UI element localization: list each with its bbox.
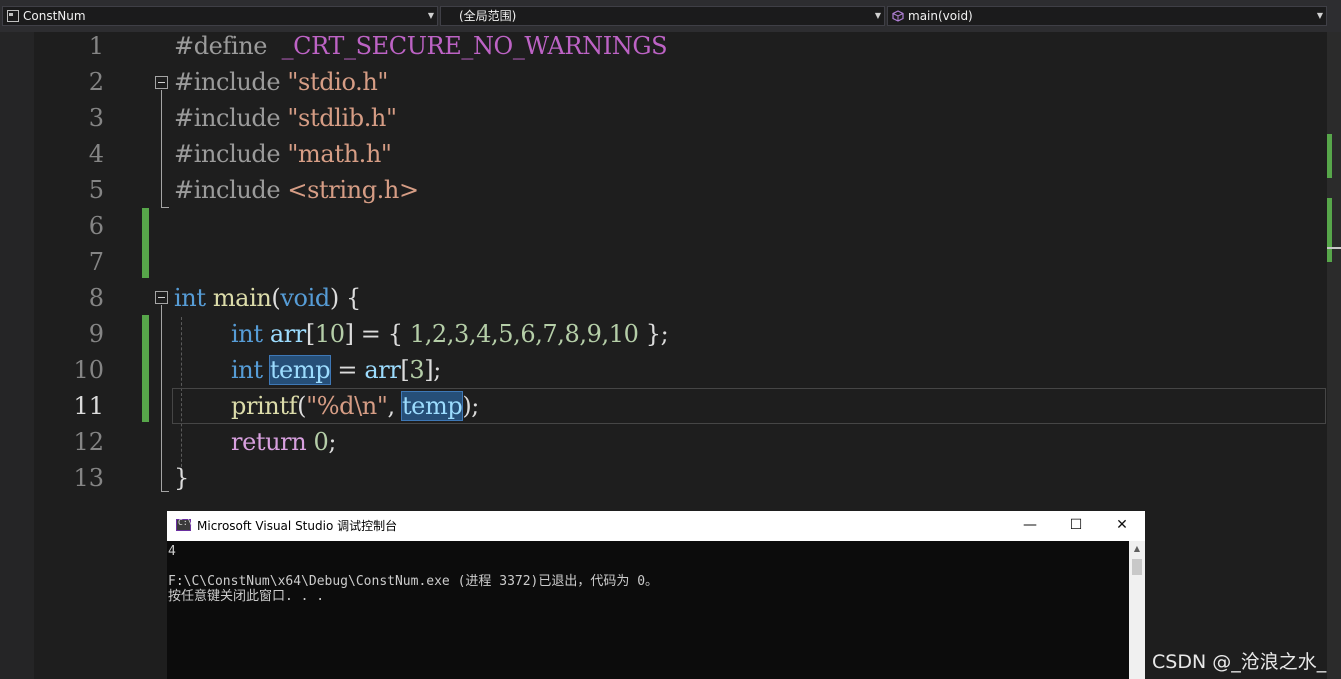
maximize-button[interactable]: ☐ xyxy=(1053,511,1099,541)
project-icon xyxy=(7,10,19,22)
scroll-up-icon[interactable]: ▲ xyxy=(1129,541,1145,557)
console-app-icon: C:\ xyxy=(176,518,192,531)
line-number: 12 xyxy=(73,428,104,456)
console-titlebar[interactable]: C:\ Microsoft Visual Studio 调试控制台 — ☐ ✕ xyxy=(167,511,1145,541)
code-text: #include <string.h> xyxy=(174,176,419,204)
line-number: 7 xyxy=(88,248,104,276)
highlighted-reference: temp xyxy=(400,391,464,421)
code-text: #include "stdio.h" xyxy=(174,68,389,96)
code-text: #include "stdlib.h" xyxy=(174,104,397,132)
code-text: int main(void) { xyxy=(174,284,361,312)
scope-dropdown[interactable]: (全局范围) ▼ xyxy=(440,6,885,26)
line-number: 9 xyxy=(88,320,104,348)
line-number: 2 xyxy=(88,68,104,96)
chevron-down-icon: ▼ xyxy=(427,11,434,20)
method-cube-icon xyxy=(892,10,904,22)
code-line: 6 xyxy=(0,208,1327,244)
code-line-current: 11 printf("%d\n", temp); xyxy=(0,388,1327,424)
code-line: 2 #include "stdio.h" xyxy=(0,64,1327,100)
line-number: 3 xyxy=(88,104,104,132)
code-text: printf("%d\n", temp); xyxy=(231,391,479,421)
scope-label: (全局范围) xyxy=(459,9,517,23)
line-number: 11 xyxy=(73,392,104,420)
code-line: 8 int main(void) { xyxy=(0,280,1327,316)
project-dropdown[interactable]: ConstNum ▼ xyxy=(2,6,438,26)
code-line: 9 int arr[10] = { 1,2,3,4,5,6,7,8,9,10 }… xyxy=(0,316,1327,352)
console-line: F:\C\ConstNum\x64\Debug\ConstNum.exe (进程… xyxy=(168,574,659,589)
code-line: 10 int temp = arr[3]; xyxy=(0,352,1327,388)
code-text: int arr[10] = { 1,2,3,4,5,6,7,8,9,10 }; xyxy=(231,320,669,348)
code-text: #include "math.h" xyxy=(174,140,392,168)
console-title: Microsoft Visual Studio 调试控制台 xyxy=(197,519,398,533)
code-line: 3 #include "stdlib.h" xyxy=(0,100,1327,136)
line-number: 5 xyxy=(88,176,104,204)
line-number: 6 xyxy=(88,212,104,240)
code-text: int temp = arr[3]; xyxy=(231,355,441,385)
console-scrollbar[interactable]: ▲ xyxy=(1129,541,1145,679)
scrollbar-change-marker xyxy=(1327,198,1332,262)
watermark: CSDN @_沧浪之水_ xyxy=(1152,651,1327,673)
member-label: main(void) xyxy=(908,9,973,23)
code-line: 13 } xyxy=(0,460,1327,496)
project-label: ConstNum xyxy=(23,9,86,23)
line-number: 8 xyxy=(88,284,104,312)
code-line: 12 return 0; xyxy=(0,424,1327,460)
highlighted-reference: temp xyxy=(268,355,332,385)
console-output: 4 F:\C\ConstNum\x64\Debug\ConstNum.exe (… xyxy=(167,541,1129,679)
editor-scrollbar[interactable] xyxy=(1327,32,1341,679)
chevron-down-icon: ▼ xyxy=(874,11,881,20)
close-button[interactable]: ✕ xyxy=(1099,511,1145,541)
member-dropdown[interactable]: main(void) ▼ xyxy=(887,6,1327,26)
code-line: 1 #define _CRT_SECURE_NO_WARNINGS xyxy=(0,28,1327,64)
debug-console-window[interactable]: C:\ Microsoft Visual Studio 调试控制台 — ☐ ✕ … xyxy=(167,511,1145,679)
code-text: return 0; xyxy=(231,428,337,456)
code-line: 5 #include <string.h> xyxy=(0,172,1327,208)
code-line: 7 xyxy=(0,244,1327,280)
console-line: 按任意键关闭此窗口. . . xyxy=(168,589,325,604)
code-text: } xyxy=(174,464,189,492)
scrollbar-caret-marker xyxy=(1327,247,1341,249)
scrollbar-thumb[interactable] xyxy=(1132,559,1142,575)
scrollbar-change-marker xyxy=(1327,134,1332,178)
code-line: 4 #include "math.h" xyxy=(0,136,1327,172)
console-line: 4 xyxy=(168,544,176,559)
code-text: #define _CRT_SECURE_NO_WARNINGS xyxy=(174,32,668,60)
line-number: 13 xyxy=(73,464,104,492)
line-number: 4 xyxy=(88,140,104,168)
minimize-button[interactable]: — xyxy=(1007,511,1053,541)
line-number: 1 xyxy=(88,32,104,60)
line-number: 10 xyxy=(73,356,104,384)
chevron-down-icon: ▼ xyxy=(1316,11,1323,20)
